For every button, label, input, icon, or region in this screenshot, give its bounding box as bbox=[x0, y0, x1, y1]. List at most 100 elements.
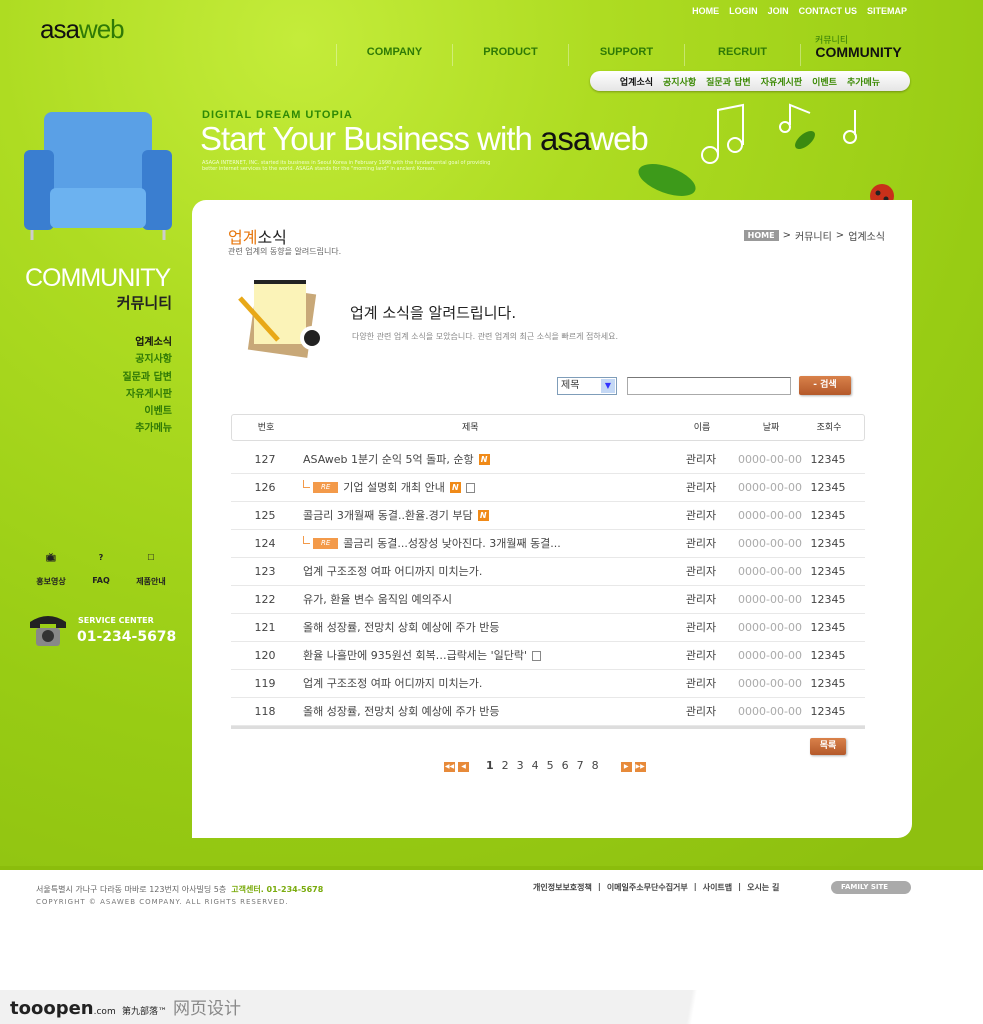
table-row[interactable]: 126 RE 기업 설명회 개최 안내 N 관리자 0000-00-00 12345 bbox=[231, 474, 865, 502]
table-row[interactable]: 121 올해 성장률, 전망치 상회 예상에 주가 반등 관리자 0000-00… bbox=[231, 614, 865, 642]
page-link-3[interactable]: 3 bbox=[517, 759, 524, 772]
post-title-cell: 올해 성장률, 전망치 상회 예상에 주가 반등 bbox=[303, 698, 500, 725]
table-row[interactable]: 124 RE 콜금리 동결...성장성 낮아진다. 3개월째 동결... 관리자 … bbox=[231, 530, 865, 558]
subnav-more[interactable]: 추가메뉴 bbox=[847, 75, 880, 88]
util-sitemap[interactable]: SITEMAP bbox=[867, 6, 907, 16]
search-input[interactable] bbox=[627, 377, 791, 395]
post-title-cell: 업계 구조조정 여파 어디까지 미치는가. bbox=[303, 558, 482, 585]
table-row[interactable]: 119 업계 구조조정 여파 어디까지 미치는가. 관리자 0000-00-00… bbox=[231, 670, 865, 698]
sidebar-item-notice[interactable]: 공지사항 bbox=[123, 351, 172, 368]
post-date: 0000-00-00 bbox=[738, 565, 802, 578]
table-row[interactable]: 118 올해 성장률, 전망치 상회 예상에 주가 반등 관리자 0000-00… bbox=[231, 698, 865, 726]
post-views: 12345 bbox=[810, 649, 846, 662]
page-link-6[interactable]: 6 bbox=[562, 759, 569, 772]
quick-links: 📺︎ 홍보영상 ? FAQ ☐ 제품안내 bbox=[26, 540, 176, 587]
post-title-link[interactable]: 콜금리 동결...성장성 낮아진다. 3개월째 동결... bbox=[343, 530, 561, 557]
nav-company[interactable]: COMPANY bbox=[336, 44, 452, 66]
post-no: 123 bbox=[254, 565, 276, 578]
post-title-cell: 환율 나흘만에 935원선 회복…급락세는 '일단락' bbox=[303, 642, 542, 669]
logo[interactable]: asaweb bbox=[40, 14, 125, 45]
page-link-7[interactable]: 7 bbox=[577, 759, 584, 772]
footer-copyright: COPYRIGHT © ASAWEB COMPANY. ALL RIGHTS R… bbox=[36, 898, 289, 906]
attachment-icon bbox=[532, 650, 542, 661]
page-link-8[interactable]: 8 bbox=[592, 759, 599, 772]
post-date: 0000-00-00 bbox=[738, 453, 802, 466]
post-date: 0000-00-00 bbox=[738, 677, 802, 690]
post-title-link[interactable]: 올해 성장률, 전망치 상회 예상에 주가 반등 bbox=[303, 698, 500, 725]
footer-privacy[interactable]: 개인정보보호정책 bbox=[533, 882, 592, 893]
table-row[interactable]: 127 ASAweb 1분기 순익 5억 돌파, 순항 N 관리자 0000-00… bbox=[231, 446, 865, 474]
prev-page-button[interactable]: ◀ bbox=[458, 758, 469, 772]
quick-faq[interactable]: ? FAQ bbox=[76, 540, 126, 587]
list-button[interactable]: 목록 bbox=[810, 738, 846, 755]
page-link-1[interactable]: 1 bbox=[486, 759, 494, 772]
footer-links: 개인정보보호정책 | 이메일주소무단수집거부 | 사이트맵 | 오시는 길 bbox=[533, 882, 780, 893]
post-views: 12345 bbox=[810, 537, 846, 550]
sidebar-item-qna[interactable]: 질문과 답변 bbox=[123, 369, 172, 386]
sidebar-item-event[interactable]: 이벤트 bbox=[123, 403, 172, 420]
footer-email-policy[interactable]: 이메일주소무단수집거부 bbox=[607, 882, 688, 893]
subnav-qna[interactable]: 질문과 답변 bbox=[706, 75, 751, 88]
breadcrumb-home[interactable]: HOME bbox=[743, 230, 779, 241]
table-bottom-divider bbox=[231, 726, 865, 729]
post-date: 0000-00-00 bbox=[738, 481, 802, 494]
catalog-icon: ☐ bbox=[147, 553, 155, 562]
subnav-event[interactable]: 이벤트 bbox=[812, 75, 837, 88]
post-title-link[interactable]: 업계 구조조정 여파 어디까지 미치는가. bbox=[303, 670, 482, 697]
post-title-link[interactable]: 업계 구조조정 여파 어디까지 미치는가. bbox=[303, 558, 482, 585]
util-login[interactable]: LOGIN bbox=[729, 6, 758, 16]
post-author: 관리자 bbox=[685, 481, 717, 494]
quick-promo-video[interactable]: 📺︎ 홍보영상 bbox=[26, 540, 76, 587]
breadcrumb-community[interactable]: 커뮤니티 bbox=[795, 228, 832, 243]
footer-sitemap[interactable]: 사이트맵 bbox=[703, 882, 732, 893]
nav-recruit[interactable]: RECRUIT bbox=[684, 44, 800, 66]
table-row[interactable]: 123 업계 구조조정 여파 어디까지 미치는가. 관리자 0000-00-00… bbox=[231, 558, 865, 586]
post-author: 관리자 bbox=[685, 593, 717, 606]
post-title-link[interactable]: 콜금리 3개월째 동결..환율.경기 부담 bbox=[303, 502, 473, 529]
search-button[interactable]: - 검색 bbox=[799, 376, 851, 395]
first-page-button[interactable]: ◀◀ bbox=[444, 758, 455, 772]
sidebar-item-more[interactable]: 추가메뉴 bbox=[123, 420, 172, 437]
post-date: 0000-00-00 bbox=[738, 705, 802, 718]
music-notes-icon bbox=[701, 103, 857, 164]
sidebar-item-board[interactable]: 자유게시판 bbox=[123, 386, 172, 403]
post-title-link[interactable]: 기업 설명회 개최 안내 bbox=[343, 474, 445, 501]
tv-icon: 📺︎ bbox=[45, 553, 57, 562]
subnav-news[interactable]: 업계소식 bbox=[620, 75, 653, 88]
util-join[interactable]: JOIN bbox=[768, 6, 789, 16]
table-row[interactable]: 122 유가, 환율 변수 움직임 예의주시 관리자 0000-00-00 12… bbox=[231, 586, 865, 614]
subnav-notice[interactable]: 공지사항 bbox=[663, 75, 696, 88]
post-author: 관리자 bbox=[685, 453, 717, 466]
page-link-2[interactable]: 2 bbox=[502, 759, 509, 772]
post-title-link[interactable]: 유가, 환율 변수 움직임 예의주시 bbox=[303, 586, 452, 613]
post-title-link[interactable]: 환율 나흘만에 935원선 회복…급락세는 '일단락' bbox=[303, 642, 527, 669]
util-home[interactable]: HOME bbox=[692, 6, 719, 16]
nav-product[interactable]: PRODUCT bbox=[452, 44, 568, 66]
nav-support[interactable]: SUPPORT bbox=[568, 44, 684, 66]
util-contact[interactable]: CONTACT US bbox=[799, 6, 857, 16]
header-date: 날짜 bbox=[762, 423, 780, 433]
quick-catalog[interactable]: ☐ 제품안내 bbox=[126, 540, 176, 587]
watermark-logo: tooopen.com 第九部落™ 网页设计 bbox=[10, 998, 242, 1019]
post-title-link[interactable]: 올해 성장률, 전망치 상회 예상에 주가 반등 bbox=[303, 614, 500, 641]
page-link-4[interactable]: 4 bbox=[532, 759, 539, 772]
post-no: 119 bbox=[254, 677, 276, 690]
family-site-select[interactable]: FAMILY SITE bbox=[831, 881, 911, 894]
sub-nav: 업계소식 공지사항 질문과 답변 자유게시판 이벤트 추가메뉴 bbox=[590, 71, 910, 91]
post-title-cell: 올해 성장률, 전망치 상회 예상에 주가 반등 bbox=[303, 614, 500, 641]
last-page-button[interactable]: ▶▶ bbox=[634, 758, 646, 772]
footer-directions[interactable]: 오시는 길 bbox=[747, 882, 779, 893]
next-page-button[interactable]: ▶ bbox=[620, 758, 632, 772]
sidebar-item-news[interactable]: 업계소식 bbox=[123, 334, 172, 351]
post-no: 120 bbox=[254, 649, 276, 662]
post-title-cell: 유가, 환율 변수 움직임 예의주시 bbox=[303, 586, 452, 613]
table-row[interactable]: 125 콜금리 3개월째 동결..환율.경기 부담 N 관리자 0000-00-0… bbox=[231, 502, 865, 530]
nav-community[interactable]: COMMUNITY bbox=[800, 44, 916, 66]
post-title-link[interactable]: ASAweb 1분기 순익 5억 돌파, 순항 bbox=[303, 446, 474, 473]
table-header: 번호 제목 이름 날짜 조회수 bbox=[231, 414, 865, 441]
page-link-5[interactable]: 5 bbox=[547, 759, 554, 772]
subnav-board[interactable]: 자유게시판 bbox=[761, 75, 802, 88]
table-row[interactable]: 120 환율 나흘만에 935원선 회복…급락세는 '일단락' 관리자 0000… bbox=[231, 642, 865, 670]
search-field-select[interactable]: 제목 ▼ bbox=[557, 377, 617, 395]
post-views: 12345 bbox=[810, 481, 846, 494]
